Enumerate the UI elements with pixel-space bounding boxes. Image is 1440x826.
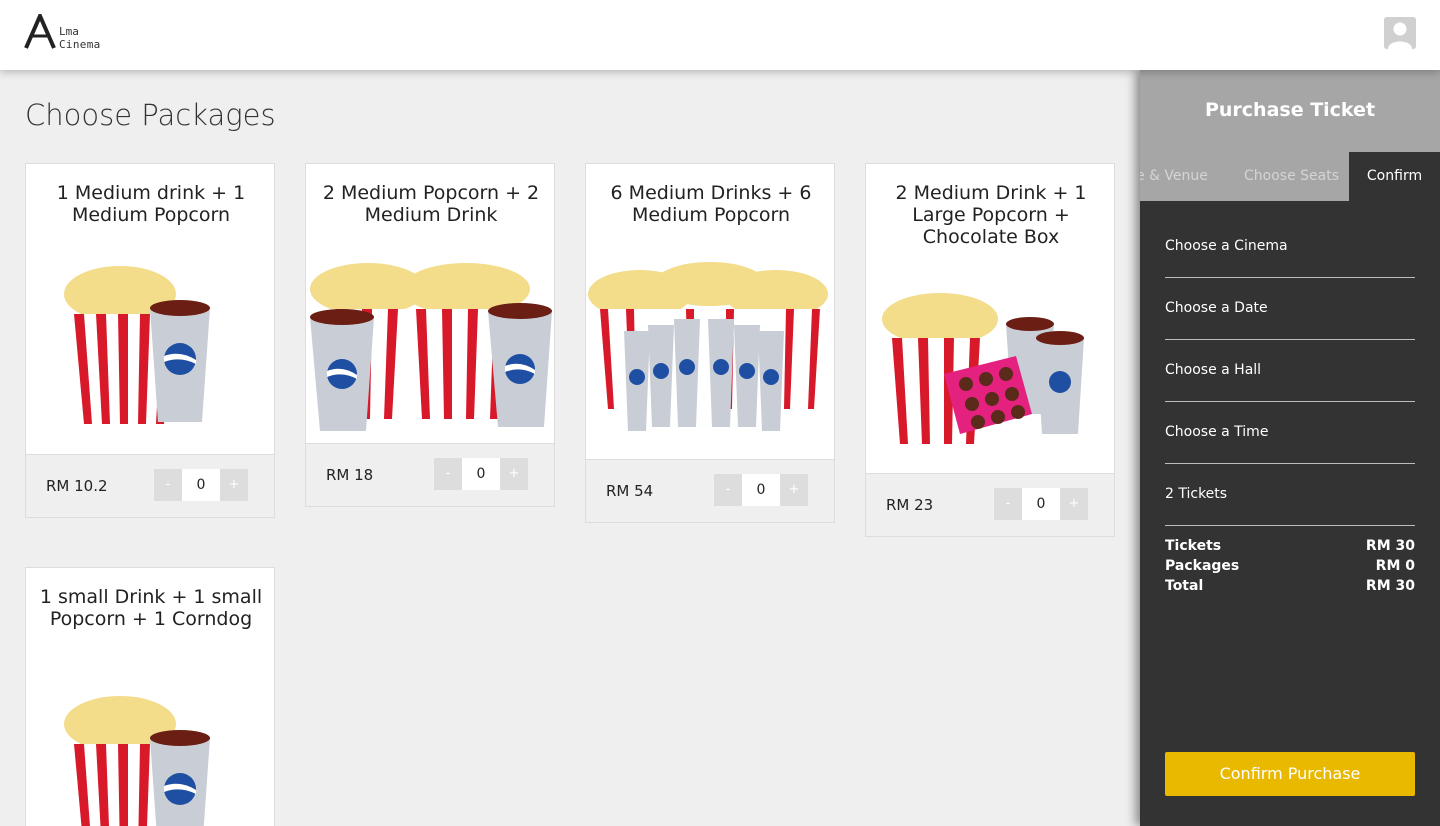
decrement-button[interactable]: - bbox=[154, 469, 182, 501]
date-select[interactable]: Choose a Date bbox=[1165, 300, 1415, 340]
tab-choose-seats[interactable]: Choose Seats bbox=[1244, 152, 1344, 201]
quantity-stepper: - 0 + bbox=[994, 488, 1094, 520]
summary-packages: Packages RM 0 bbox=[1165, 558, 1415, 578]
hall-select[interactable]: Choose a Hall bbox=[1165, 362, 1415, 402]
popcorn-drink-image bbox=[306, 259, 554, 439]
summary-total: Total RM 30 bbox=[1165, 578, 1415, 598]
package-title: 2 Medium Drink + 1 Large Popcorn + Choco… bbox=[895, 182, 1087, 248]
package-footer: RM 18 - 0 + bbox=[306, 443, 554, 506]
popcorn-drink-image bbox=[26, 264, 274, 434]
quantity-value[interactable]: 0 bbox=[1022, 488, 1060, 520]
cinema-logo[interactable]: Lma Cinema bbox=[24, 14, 124, 54]
increment-button[interactable]: + bbox=[500, 458, 528, 490]
quantity-value[interactable]: 0 bbox=[182, 469, 220, 501]
decrement-button[interactable]: - bbox=[714, 474, 742, 506]
package-title: 2 Medium Popcorn + 2 Medium Drink bbox=[322, 182, 540, 226]
summary-tickets: Tickets RM 30 bbox=[1165, 538, 1415, 558]
summary-label: Tickets bbox=[1165, 538, 1222, 554]
summary-amount: RM 30 bbox=[1365, 578, 1415, 594]
user-avatar[interactable] bbox=[1384, 17, 1416, 49]
decrement-button[interactable]: - bbox=[434, 458, 462, 490]
logo-a-icon bbox=[24, 14, 56, 49]
user-icon bbox=[1384, 17, 1416, 49]
quantity-stepper: - 0 + bbox=[714, 474, 814, 506]
time-select-label: Choose a Time bbox=[1165, 424, 1269, 440]
package-card: 2 Medium Popcorn + 2 Medium Drink RM 18 … bbox=[305, 163, 555, 507]
package-price: RM 10.2 bbox=[46, 477, 108, 495]
increment-button[interactable]: + bbox=[780, 474, 808, 506]
confirm-purchase-button[interactable]: Confirm Purchase bbox=[1165, 752, 1415, 796]
tab-confirm[interactable]: Confirm bbox=[1349, 152, 1440, 201]
logo-text-line1: Lma bbox=[59, 25, 79, 38]
package-price: RM 54 bbox=[606, 482, 654, 500]
package-title: 1 small Drink + 1 small Popcorn + 1 Corn… bbox=[39, 586, 263, 630]
hall-select-label: Choose a Hall bbox=[1165, 362, 1262, 378]
tickets-select[interactable]: 2 Tickets bbox=[1165, 486, 1415, 526]
package-footer: RM 23 - 0 + bbox=[866, 473, 1114, 536]
purchase-panel: Purchase Ticket e & Venue Choose Seats C… bbox=[1140, 70, 1440, 826]
package-footer: RM 10.2 - 0 + bbox=[26, 454, 274, 517]
summary-label: Packages bbox=[1165, 558, 1240, 574]
package-card: 2 Medium Drink + 1 Large Popcorn + Choco… bbox=[865, 163, 1115, 537]
time-select[interactable]: Choose a Time bbox=[1165, 424, 1415, 464]
package-price: RM 18 bbox=[326, 466, 374, 484]
package-footer: RM 54 - 0 + bbox=[586, 459, 834, 522]
quantity-stepper: - 0 + bbox=[434, 458, 534, 490]
increment-button[interactable]: + bbox=[1060, 488, 1088, 520]
summary-label: Total bbox=[1165, 578, 1204, 594]
package-card: 1 small Drink + 1 small Popcorn + 1 Corn… bbox=[25, 567, 275, 826]
logo-text-line2: Cinema bbox=[59, 38, 101, 51]
package-title: 6 Medium Drinks + 6 Medium Popcorn bbox=[610, 182, 812, 226]
summary-amount: RM 0 bbox=[1375, 558, 1415, 574]
panel-header: Purchase Ticket bbox=[1140, 70, 1440, 152]
package-price: RM 23 bbox=[886, 496, 934, 514]
package-card: 1 Medium drink + 1 Medium Popcorn RM 10.… bbox=[25, 163, 275, 518]
cinema-select-label: Choose a Cinema bbox=[1165, 238, 1288, 254]
package-title: 1 Medium drink + 1 Medium Popcorn bbox=[56, 182, 246, 226]
date-select-label: Choose a Date bbox=[1165, 300, 1268, 316]
quantity-value[interactable]: 0 bbox=[742, 474, 780, 506]
quantity-value[interactable]: 0 bbox=[462, 458, 500, 490]
cinema-select[interactable]: Choose a Cinema bbox=[1165, 238, 1415, 278]
tickets-select-label: 2 Tickets bbox=[1165, 486, 1228, 502]
top-header: Lma Cinema bbox=[0, 0, 1440, 70]
popcorn-drink-image bbox=[586, 259, 834, 439]
popcorn-drink-image bbox=[26, 694, 274, 826]
page-title: Choose Packages bbox=[25, 98, 276, 132]
step-tabs: e & Venue Choose Seats Confirm bbox=[1140, 152, 1440, 201]
increment-button[interactable]: + bbox=[220, 469, 248, 501]
panel-title: Purchase Ticket bbox=[1204, 99, 1376, 121]
quantity-stepper: - 0 + bbox=[154, 469, 254, 501]
summary-amount: RM 30 bbox=[1365, 538, 1415, 554]
decrement-button[interactable]: - bbox=[994, 488, 1022, 520]
popcorn-chocolate-image bbox=[866, 284, 1114, 454]
package-card: 6 Medium Drinks + 6 Medium Popcorn RM 54… bbox=[585, 163, 835, 523]
tab-date-venue[interactable]: e & Venue bbox=[1140, 152, 1216, 201]
